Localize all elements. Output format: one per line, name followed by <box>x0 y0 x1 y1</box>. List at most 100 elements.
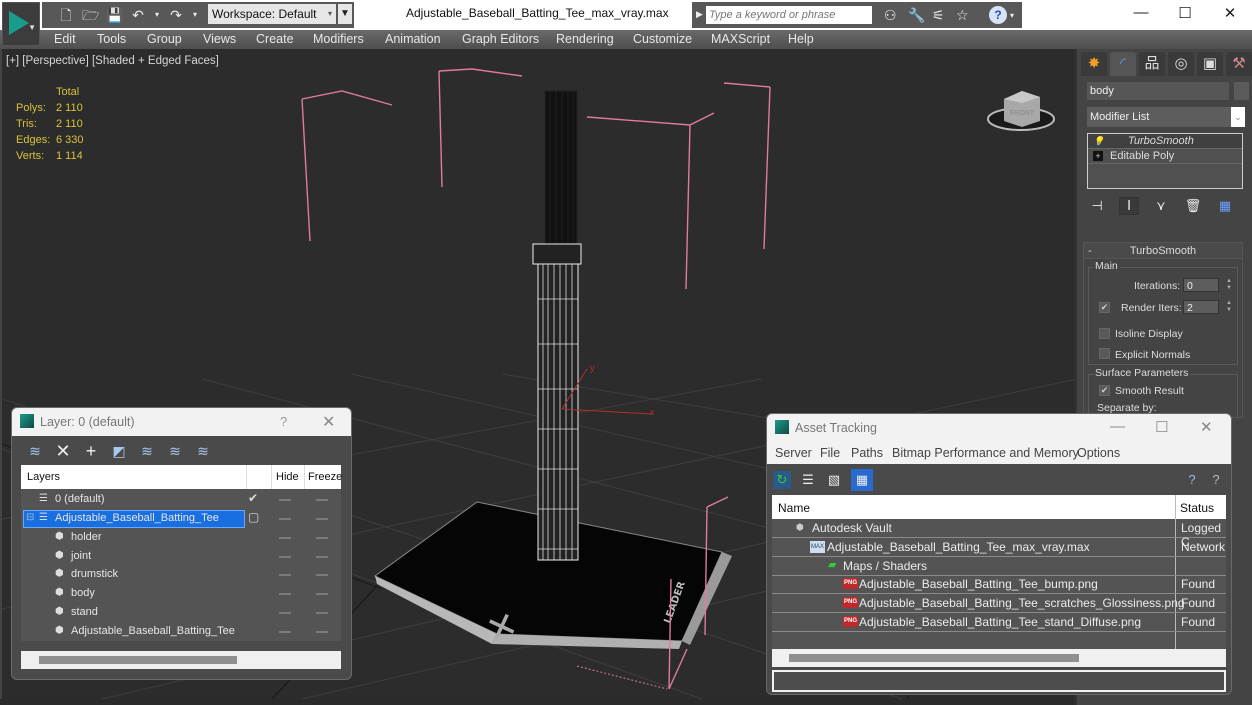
scrollbar-thumb[interactable] <box>39 656 237 664</box>
menu-maxscript[interactable]: MAXScript <box>711 32 770 46</box>
show-end-result-icon[interactable]: Ⅰ <box>1119 197 1139 215</box>
explicit-normals-checkbox[interactable] <box>1099 348 1110 359</box>
close-button[interactable]: ✕ <box>1200 418 1213 436</box>
asset-row[interactable]: PNG Adjustable_Baseball_Batting_Tee_bump… <box>772 575 1226 594</box>
minimize-button[interactable]: — <box>1110 418 1125 435</box>
save-icon[interactable]: 💾 <box>106 7 123 23</box>
collapse-icon[interactable]: ⊟ <box>26 512 34 523</box>
horizontal-scrollbar[interactable] <box>772 649 1226 667</box>
search-input[interactable] <box>706 6 872 24</box>
expand-icon[interactable]: + <box>1093 151 1103 161</box>
select-objects-icon[interactable]: ◩ <box>110 442 128 460</box>
delete-layer-icon[interactable]: ✕ <box>54 442 72 460</box>
column-name[interactable]: Name <box>778 501 810 515</box>
iterations-spinner[interactable]: 0 <box>1183 278 1219 292</box>
close-button[interactable]: ✕ <box>1215 4 1245 22</box>
refresh-icon[interactable]: ↻ <box>773 471 791 489</box>
horizontal-scrollbar[interactable] <box>21 651 341 669</box>
new-icon[interactable]: 🗋 <box>58 7 74 23</box>
hide-toggle[interactable] <box>279 556 291 558</box>
dialog-title-bar[interactable]: Layer: 0 (default) ? ✕ <box>12 408 351 436</box>
column-freeze[interactable]: Freeze <box>308 471 342 483</box>
chevron-down-icon[interactable]: ⌄ <box>1231 107 1245 127</box>
chevron-down-icon[interactable]: ▾ <box>1010 11 1014 20</box>
hide-toggle[interactable] <box>279 574 291 576</box>
create-icon[interactable]: ✸ <box>1081 52 1107 76</box>
display-icon[interactable]: ▣ <box>1197 52 1223 76</box>
help-icon[interactable]: ? <box>1183 471 1201 489</box>
configure-modifier-sets-icon[interactable]: ▦ <box>1215 198 1235 214</box>
menu-server[interactable]: Server <box>775 446 812 460</box>
smooth-result-checkbox[interactable]: ✔ <box>1099 385 1110 396</box>
spinner-arrows-icon[interactable]: ▲ ▼ <box>1225 278 1233 292</box>
motion-icon[interactable]: ◎ <box>1168 52 1194 76</box>
hide-toggle[interactable] <box>279 499 291 501</box>
menu-animation[interactable]: Animation <box>385 32 441 46</box>
select-layer-icon[interactable]: ≋ <box>138 442 156 460</box>
menu-options[interactable]: Options <box>1077 446 1120 460</box>
rollout-header[interactable]: - TurboSmooth <box>1084 243 1242 259</box>
spinner-arrows-icon[interactable]: ▲ ▼ <box>1225 300 1233 314</box>
tree-view-icon[interactable]: ▧ <box>825 471 843 489</box>
menu-customize[interactable]: Customize <box>633 32 692 46</box>
object-name-input[interactable] <box>1087 82 1229 100</box>
asset-row[interactable]: PNG Adjustable_Baseball_Batting_Tee_stan… <box>772 613 1226 632</box>
table-view-icon[interactable]: ▦ <box>851 469 873 491</box>
menu-modifiers[interactable]: Modifiers <box>313 32 364 46</box>
freeze-toggle[interactable] <box>316 574 328 576</box>
remove-modifier-icon[interactable]: 🗑 <box>1183 198 1203 214</box>
maximize-button[interactable]: ☐ <box>1155 418 1168 436</box>
render-iters-checkbox[interactable]: ✔ <box>1099 302 1110 313</box>
layer-row[interactable]: ⊟ ☰ Adjustable_Baseball_Batting_Tee ▢ <box>21 510 341 529</box>
asset-row[interactable]: ⬢ Autodesk Vault Logged C <box>772 519 1226 549</box>
play-arrow-icon[interactable]: ▶ <box>696 9 703 20</box>
menu-graph-editors[interactable]: Graph Editors <box>462 32 539 46</box>
freeze-toggle[interactable] <box>316 537 328 539</box>
layer-row[interactable]: ⬢ drumstick <box>21 566 341 585</box>
hide-toggle[interactable] <box>279 537 291 539</box>
binoculars-icon[interactable]: ⚇ <box>884 7 897 24</box>
close-button[interactable]: ✕ <box>322 412 335 432</box>
minimize-button[interactable]: — <box>1126 4 1156 21</box>
menu-views[interactable]: Views <box>203 32 236 46</box>
hide-toggle[interactable] <box>279 612 291 614</box>
maximize-button[interactable]: ☐ <box>1170 4 1200 22</box>
scrollbar-thumb[interactable] <box>789 654 1079 662</box>
pin-stack-icon[interactable]: ⊣ <box>1087 198 1107 214</box>
asset-row[interactable]: MAX Adjustable_Baseball_Batting_Tee_max_… <box>772 538 1226 557</box>
workspace-menu-button[interactable]: ▼ <box>338 4 352 24</box>
asset-status-field[interactable] <box>772 670 1226 692</box>
stack-item-turbosmooth[interactable]: 💡 TurboSmooth <box>1088 134 1242 149</box>
layer-row[interactable]: ⬢ Adjustable_Baseball_Batting_Tee <box>21 623 341 642</box>
wrench-icon[interactable]: 🔧 <box>908 7 925 24</box>
set-current-layer-icon[interactable]: ▢ <box>248 510 259 524</box>
satellite-icon[interactable]: ⚟ <box>932 7 945 24</box>
context-help-icon[interactable]: ? <box>1207 471 1225 489</box>
layer-row[interactable]: ⬢ body <box>21 585 341 604</box>
menu-rendering[interactable]: Rendering <box>556 32 614 46</box>
help-icon[interactable]: ? <box>989 6 1007 24</box>
app-menu-button[interactable]: ▼ <box>2 2 40 46</box>
freeze-toggle[interactable] <box>316 593 328 595</box>
star-icon[interactable]: ☆ <box>956 7 969 24</box>
hide-toggle[interactable] <box>279 518 291 520</box>
dialog-title-bar[interactable]: Asset Tracking — ☐ ✕ <box>767 414 1231 441</box>
lightbulb-icon[interactable]: 💡 <box>1093 136 1104 146</box>
list-view-icon[interactable]: ☰ <box>799 471 817 489</box>
add-to-layer-icon[interactable]: + <box>82 442 100 460</box>
asset-row[interactable]: ▰ Maps / Shaders <box>772 557 1226 576</box>
menu-paths[interactable]: Paths <box>851 446 883 460</box>
freeze-toggle[interactable] <box>316 631 328 633</box>
layer-row[interactable]: ⬢ holder <box>21 529 341 548</box>
new-layer-icon[interactable]: ≋ <box>26 442 44 460</box>
menu-bitmap-performance[interactable]: Bitmap Performance and Memory <box>892 446 1079 460</box>
modify-icon[interactable]: ◜ <box>1110 52 1136 76</box>
hide-toggle[interactable] <box>279 631 291 633</box>
workspace-select[interactable]: Workspace: Default ▾ <box>208 4 336 24</box>
modifier-list-dropdown[interactable]: Modifier List <box>1087 107 1231 127</box>
layer-settings-icon[interactable]: ≋ <box>194 442 212 460</box>
redo-dropdown-icon[interactable]: ▾ <box>192 7 198 23</box>
column-status[interactable]: Status <box>1180 501 1214 515</box>
menu-tools[interactable]: Tools <box>97 32 126 46</box>
collapse-icon[interactable]: - <box>1088 243 1092 259</box>
